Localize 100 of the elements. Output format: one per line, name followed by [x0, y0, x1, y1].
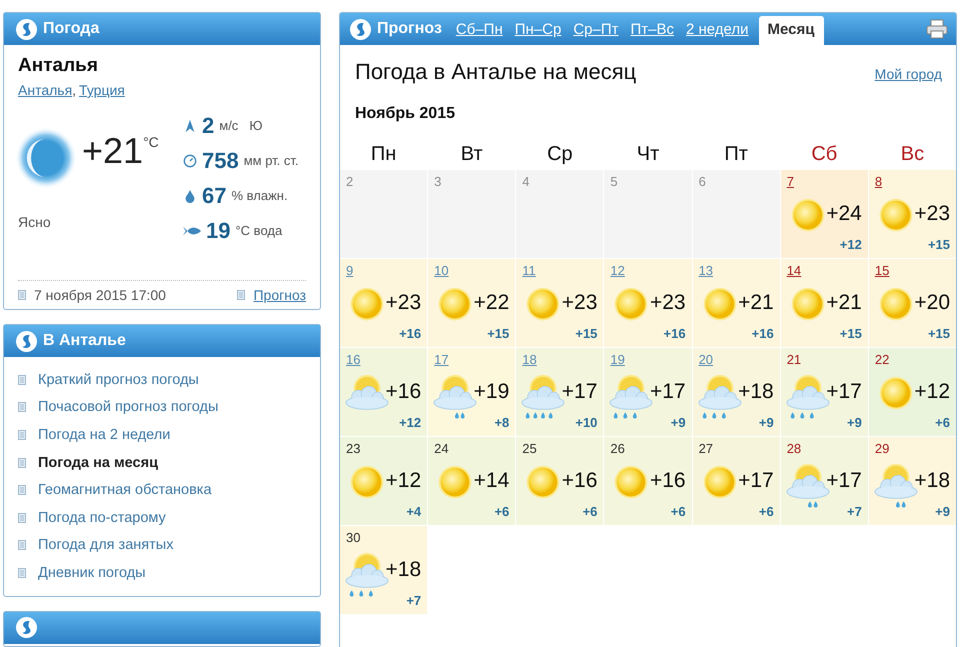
day-temperature: +20 — [914, 291, 950, 315]
day-number: 2 — [346, 174, 354, 189]
day-link[interactable]: 17 — [434, 352, 449, 367]
weekday-header: Ср — [546, 143, 574, 167]
night-temperature: +10 — [575, 415, 598, 430]
night-temperature: +6 — [758, 504, 774, 519]
day-temperature: +16 — [386, 380, 422, 404]
day-number: 24 — [434, 441, 449, 456]
drop-icon — [183, 188, 197, 202]
city-name: Анталья — [18, 55, 99, 77]
night-temperature: +6 — [670, 504, 686, 519]
day-number: 29 — [874, 441, 890, 456]
weekday-header: Чт — [636, 143, 660, 167]
day-link[interactable]: 8 — [874, 174, 882, 189]
period-tab[interactable]: Сб–Пн — [450, 16, 509, 45]
period-tab[interactable]: Пт–Вс — [624, 16, 680, 45]
region-link[interactable]: Анталья — [18, 82, 72, 98]
document-icon — [18, 374, 26, 385]
logo-icon — [16, 330, 37, 352]
day-number: 6 — [698, 174, 706, 189]
stat-value: 19 — [206, 218, 230, 244]
my-city-link[interactable]: Мой город — [874, 66, 942, 82]
night-temperature: +15 — [575, 326, 598, 341]
gauge-icon — [183, 154, 197, 168]
day-link[interactable]: 7 — [786, 174, 794, 189]
panel-title: В Анталье — [43, 332, 126, 350]
document-icon — [18, 512, 26, 523]
night-temperature: +16 — [664, 326, 686, 341]
night-temperature: +9 — [935, 504, 950, 519]
night-temperature: +15 — [928, 237, 950, 252]
day-link[interactable]: 13 — [698, 263, 714, 278]
day-link[interactable]: 16 — [346, 352, 360, 367]
night-temperature: +6 — [494, 504, 510, 519]
day-temperature: +19 — [474, 380, 510, 404]
day-temperature: +18 — [914, 469, 950, 493]
day-temperature: +16 — [562, 469, 598, 493]
day-link[interactable]: 12 — [610, 263, 625, 278]
temperature: +21 — [82, 130, 144, 172]
fish-icon — [183, 224, 201, 236]
day-number: 30 — [346, 530, 360, 545]
logo-icon — [16, 18, 37, 40]
night-temperature: +16 — [752, 326, 774, 341]
menu-item[interactable]: Погода для занятых — [38, 537, 174, 554]
weekday-header: Сб — [810, 143, 838, 167]
day-link[interactable]: 15 — [874, 263, 890, 278]
document-icon — [18, 485, 26, 496]
forecast-link[interactable]: Прогноз — [253, 287, 306, 303]
day-number: 25 — [522, 441, 537, 456]
day-link[interactable]: 19 — [610, 352, 625, 367]
printer-icon[interactable] — [926, 19, 948, 39]
menu-item[interactable]: Погода на 2 недели — [38, 426, 170, 443]
menu-item[interactable]: Геомагнитная обстановка — [38, 482, 212, 498]
day-temperature: +12 — [386, 469, 422, 493]
document-icon — [18, 290, 26, 300]
night-temperature: +8 — [494, 415, 510, 430]
day-number: 28 — [786, 441, 802, 456]
panel-title: Прогноз — [377, 20, 442, 38]
menu-item[interactable]: Погода на месяц — [38, 454, 158, 471]
period-tab[interactable]: Пн–Ср — [508, 16, 568, 45]
stat-unit: мм рт. ст. — [244, 153, 299, 168]
stat-unit: °C вода — [235, 223, 282, 238]
menu-item[interactable]: Дневник погоды — [38, 564, 146, 581]
night-temperature: +15 — [928, 326, 950, 341]
document-icon — [18, 402, 26, 412]
day-temperature: +17 — [562, 380, 598, 404]
day-number: 22 — [874, 352, 890, 367]
menu-item[interactable]: Краткий прогноз погоды — [38, 372, 199, 388]
day-link[interactable]: 14 — [786, 263, 802, 278]
document-icon — [18, 430, 26, 440]
menu-item[interactable]: Почасовой прогноз погоды — [38, 399, 218, 416]
day-link[interactable]: 18 — [522, 352, 537, 367]
night-temperature: +12 — [399, 415, 422, 430]
stat-value: 67 — [202, 182, 226, 208]
country-link[interactable]: Турция — [79, 82, 125, 98]
panel-title: Погода — [43, 20, 100, 38]
update-time: 7 ноября 2015 17:00 — [34, 287, 166, 303]
day-link[interactable]: 9 — [346, 263, 354, 278]
day-number: 5 — [610, 174, 618, 189]
period-tab[interactable]: Ср–Пт — [567, 16, 624, 45]
weekday-header: Пт — [723, 143, 749, 167]
day-link[interactable]: 20 — [698, 352, 714, 367]
period-tab[interactable]: 2 недели — [680, 16, 755, 45]
day-temperature: +23 — [562, 291, 598, 315]
stat-value: 758 — [202, 148, 239, 174]
day-link[interactable]: 10 — [434, 263, 449, 278]
day-temperature: +21 — [826, 291, 862, 315]
logo-icon — [16, 617, 37, 638]
day-number: 21 — [786, 352, 802, 367]
day-temperature: +17 — [650, 380, 686, 404]
night-temperature: +6 — [582, 504, 598, 519]
day-link[interactable]: 11 — [522, 263, 536, 278]
period-tab[interactable]: Месяц — [758, 16, 824, 45]
day-number: 23 — [346, 441, 360, 456]
temperature-unit: °C — [143, 134, 159, 150]
month-heading: Ноябрь 2015 — [354, 104, 456, 123]
wind-direction: Ю — [249, 118, 262, 133]
night-temperature: +15 — [487, 326, 510, 341]
menu-item[interactable]: Погода по-старому — [38, 510, 166, 526]
day-temperature: +16 — [650, 469, 686, 493]
condition-text: Ясно — [18, 214, 52, 230]
